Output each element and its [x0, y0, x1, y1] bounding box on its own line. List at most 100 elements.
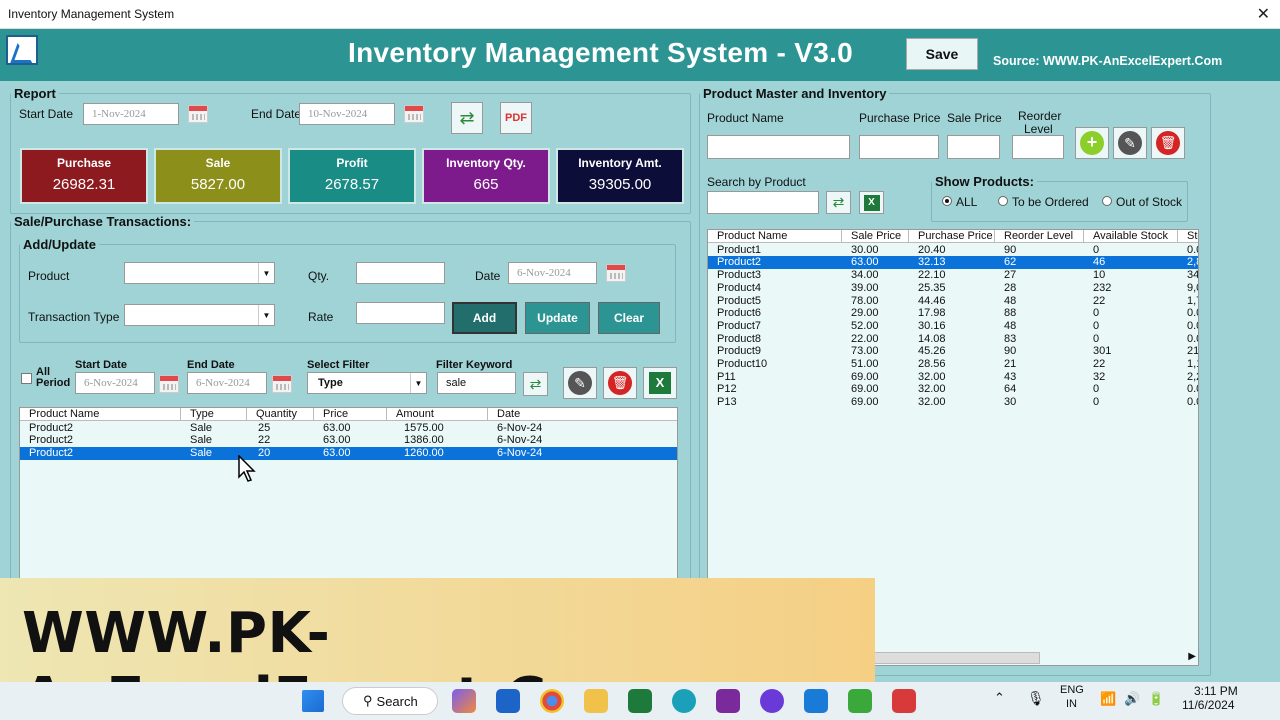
edge-icon[interactable] — [672, 689, 696, 713]
edit-transaction-icon[interactable]: ✎ — [563, 367, 597, 399]
transaction-date-input[interactable]: 6-Nov-2024 — [508, 262, 597, 284]
qty-input[interactable] — [356, 262, 445, 284]
table-row[interactable]: Product10 51.00 28.56 21 22 1,1 — [708, 358, 1198, 371]
app-icon-3[interactable] — [848, 689, 872, 713]
speaker-icon[interactable]: 🔊 — [1124, 691, 1140, 707]
outlook-icon[interactable] — [496, 689, 520, 713]
filter-start-calendar-icon[interactable] — [159, 375, 179, 393]
horizontal-scrollbar[interactable]: ▶ — [874, 650, 1198, 665]
table-row[interactable]: Product6 29.00 17.98 88 0 0.0 — [708, 307, 1198, 320]
radio-all-label[interactable]: ALL — [956, 195, 977, 209]
end-date-input[interactable]: 10-Nov-2024 — [299, 103, 395, 125]
battery-icon[interactable]: 🔋 — [1148, 691, 1164, 707]
table-row[interactable]: Product5 78.00 44.46 48 22 1,7 — [708, 295, 1198, 308]
clock-date[interactable]: 11/6/2024 — [1182, 698, 1235, 712]
end-calendar-icon[interactable] — [404, 105, 424, 123]
cell: Product3 — [717, 269, 762, 282]
wifi-icon[interactable]: 📶 — [1100, 691, 1116, 707]
app-icon-4[interactable] — [892, 689, 916, 713]
excel-export-icon[interactable]: X — [643, 367, 677, 399]
microphone-icon[interactable]: 🎙 — [1027, 690, 1045, 707]
transactions-table[interactable]: Product Name Type Quantity Price Amount … — [19, 407, 678, 582]
transaction-type-select[interactable]: ▼ — [124, 304, 275, 326]
table-row[interactable]: Product8 22.00 14.08 83 0 0.0 — [708, 333, 1198, 346]
transaction-calendar-icon[interactable] — [606, 264, 626, 282]
filter-end-calendar-icon[interactable] — [272, 375, 292, 393]
radio-to-be-ordered[interactable] — [998, 196, 1008, 206]
app-icon-2[interactable] — [804, 689, 828, 713]
product-excel-icon[interactable]: X — [859, 191, 884, 214]
column-header[interactable]: Price — [314, 408, 387, 421]
filter-keyword-input[interactable]: sale — [437, 372, 516, 394]
product-select[interactable]: ▼ — [124, 262, 275, 284]
radio-all[interactable] — [942, 196, 952, 206]
chevron-up-icon[interactable]: ⌃ — [994, 690, 1005, 706]
pdf-icon[interactable]: PDF — [500, 102, 532, 134]
column-header[interactable]: Amount — [387, 408, 488, 421]
radio-to-be-ordered-label[interactable]: To be Ordered — [1012, 195, 1089, 209]
column-header[interactable]: Reorder Level — [995, 230, 1084, 243]
delete-product-icon[interactable]: 🗑 — [1151, 127, 1185, 159]
column-header[interactable]: Date — [488, 408, 677, 421]
column-header[interactable]: Product Name — [708, 230, 842, 243]
reorder-level-input[interactable] — [1012, 135, 1064, 159]
start-calendar-icon[interactable] — [188, 105, 208, 123]
start-icon[interactable] — [302, 690, 324, 712]
save-button[interactable]: Save — [906, 38, 978, 70]
chrome-icon[interactable] — [540, 689, 564, 713]
scrollbar-thumb[interactable] — [874, 652, 1040, 664]
table-row[interactable]: P11 69.00 32.00 43 32 2,2 — [708, 371, 1198, 384]
table-row[interactable]: P13 69.00 32.00 30 0 0.0 — [708, 396, 1198, 409]
radio-out-of-stock[interactable] — [1102, 196, 1112, 206]
table-row-selected[interactable]: Product2 63.00 32.13 62 46 2,8 — [708, 256, 1198, 270]
rate-input[interactable] — [356, 302, 445, 324]
start-date-input[interactable]: 1-Nov-2024 — [83, 103, 179, 125]
add-button[interactable]: Add — [452, 302, 517, 334]
column-header[interactable]: Quantity — [247, 408, 314, 421]
cell: 2,2 — [1187, 370, 1198, 383]
column-header[interactable]: Sto — [1178, 230, 1198, 243]
filter-start-input[interactable]: 6-Nov-2024 — [75, 372, 155, 394]
purchase-price-input[interactable] — [859, 135, 939, 159]
file-explorer-icon[interactable] — [584, 689, 608, 713]
filter-select[interactable]: Type ▼ — [307, 372, 427, 394]
taskbar-search[interactable]: ⚲ Search — [342, 687, 438, 715]
column-header[interactable]: Available Stock — [1084, 230, 1178, 243]
column-header[interactable]: Product Name — [20, 408, 181, 421]
table-row-selected[interactable]: Product2 Sale 20 63.00 1260.00 6-Nov-24 — [20, 447, 677, 460]
product-name-input[interactable] — [707, 135, 850, 159]
search-product-input[interactable] — [707, 191, 819, 214]
clear-button[interactable]: Clear — [598, 302, 660, 334]
close-icon[interactable]: ✕ — [1257, 4, 1270, 24]
table-row[interactable]: Product2 Sale 22 63.00 1386.00 6-Nov-24 — [20, 434, 677, 447]
column-header[interactable]: Type — [181, 408, 247, 421]
column-header[interactable]: Purchase Price — [909, 230, 995, 243]
sale-price-input[interactable] — [947, 135, 1000, 159]
table-row[interactable]: P12 69.00 32.00 64 0 0.0 — [708, 383, 1198, 396]
add-product-icon[interactable]: + — [1075, 127, 1109, 159]
onenote-icon[interactable] — [716, 689, 740, 713]
scroll-right-icon[interactable]: ▶ — [1188, 651, 1196, 662]
update-button[interactable]: Update — [525, 302, 590, 334]
all-period-checkbox[interactable] — [21, 373, 32, 384]
filter-end-input[interactable]: 6-Nov-2024 — [187, 372, 267, 394]
table-row[interactable]: Product4 39.00 25.35 28 232 9,0 — [708, 282, 1198, 295]
edit-product-icon[interactable]: ✎ — [1113, 127, 1147, 159]
column-header[interactable]: Sale Price — [842, 230, 909, 243]
excel-taskbar-icon[interactable] — [628, 689, 652, 713]
table-row[interactable]: Product7 52.00 30.16 48 0 0.0 — [708, 320, 1198, 333]
language-label[interactable]: ENG — [1060, 684, 1084, 696]
table-row[interactable]: Product1 30.00 20.40 90 0 0.0 — [708, 244, 1198, 257]
region-label[interactable]: IN — [1066, 698, 1077, 710]
clock-time[interactable]: 3:11 PM — [1194, 684, 1238, 698]
refresh-filter-icon[interactable]: ⇄ — [523, 372, 548, 396]
refresh-product-icon[interactable]: ⇄ — [826, 191, 851, 214]
table-row[interactable]: Product9 73.00 45.26 90 301 21 — [708, 345, 1198, 358]
copilot-icon[interactable] — [452, 689, 476, 713]
table-row[interactable]: Product2 Sale 25 63.00 1575.00 6-Nov-24 — [20, 422, 677, 435]
delete-transaction-icon[interactable]: 🗑 — [603, 367, 637, 399]
radio-out-of-stock-label[interactable]: Out of Stock — [1116, 195, 1182, 209]
refresh-report-icon[interactable]: ⇄ — [451, 102, 483, 134]
table-row[interactable]: Product3 34.00 22.10 27 10 34 — [708, 269, 1198, 282]
app-icon-1[interactable] — [760, 689, 784, 713]
